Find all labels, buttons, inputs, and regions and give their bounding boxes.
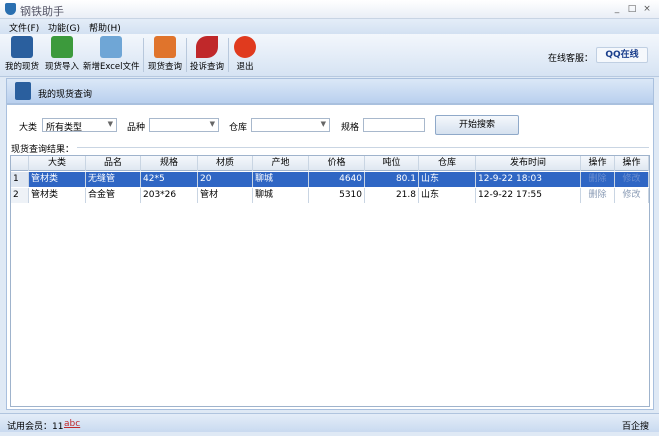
cell-material: 管材 — [198, 188, 253, 203]
delete-link[interactable]: 删除 — [581, 188, 615, 203]
stock-icon — [15, 82, 31, 100]
qq-online-button[interactable]: QQ在线 — [596, 47, 648, 63]
excel-icon — [51, 36, 73, 58]
cell-published: 12-9-22 18:03 — [476, 172, 581, 187]
search-folder-icon — [154, 36, 176, 58]
column-header[interactable]: 品名 — [86, 156, 141, 171]
edit-link[interactable]: 修改 — [615, 172, 649, 187]
variety-label: 品种 — [127, 123, 146, 133]
panel-title: 我的现货查询 — [38, 90, 93, 100]
query-panel: 大类 所有类型 ▼ 品种 ▼ 仓库 ▼ 规格 开始搜索 现货查询结果： 大类 品名规… — [6, 104, 654, 410]
category-select[interactable]: 所有类型 ▼ — [42, 118, 117, 133]
edit-link[interactable]: 修改 — [615, 188, 649, 203]
cell-origin: 聊城 — [253, 188, 309, 203]
panel-header: 我的现货查询 — [6, 78, 654, 104]
cell-name: 合金管 — [86, 188, 141, 203]
online-service-label: 在线客服： — [548, 54, 594, 64]
warehouse-select[interactable]: ▼ — [251, 118, 330, 132]
divider — [67, 147, 649, 148]
cell-material: 20 — [198, 172, 253, 187]
column-header[interactable]: 发布时间 — [476, 156, 581, 171]
start-search-button[interactable]: 开始搜索 — [435, 115, 519, 135]
column-header[interactable]: 仓库 — [419, 156, 476, 171]
table-row[interactable]: 1 管材类 无缝管 42*5 20 聊城 4640 80.1 山东 12-9-22 18:03 删除… — [11, 172, 649, 187]
menu-bar: 文件(F) 功能(G) 帮助(H) — [0, 19, 659, 34]
add-folder-icon — [100, 36, 122, 58]
stock-query-button[interactable]: 现货查询 — [147, 36, 183, 72]
abc-link[interactable]: abc — [64, 419, 80, 429]
results-table: 大类 品名 规格 材质 产地 价格 吨位 仓库 发布时间 操作 操作 1 管材类 无缝管 42*5 20 聊城… — [10, 155, 650, 407]
cell-spec: 203*26 — [141, 188, 198, 203]
cell-spec: 42*5 — [141, 172, 198, 187]
power-icon — [234, 36, 256, 58]
column-header[interactable]: 大类 — [29, 156, 86, 171]
cell-published: 12-9-22 17:55 — [476, 188, 581, 203]
cell-price: 5310 — [309, 188, 365, 203]
window-title: 钢铁助手 — [20, 5, 64, 18]
close-button[interactable]: × — [641, 4, 653, 14]
stock-import-button[interactable]: 现货导入 — [44, 36, 80, 72]
chevron-down-icon: ▼ — [107, 120, 113, 128]
category-label: 大类 — [19, 123, 38, 133]
chevron-down-icon: ▼ — [320, 120, 326, 128]
maximize-button[interactable]: □ — [626, 4, 638, 14]
member-status: 试用会员：11 — [7, 422, 64, 432]
column-header[interactable]: 价格 — [309, 156, 365, 171]
cell-category: 管材类 — [29, 172, 86, 187]
column-header[interactable]: 规格 — [141, 156, 198, 171]
exit-button[interactable]: 退出 — [231, 36, 259, 72]
table-header: 大类 品名 规格 材质 产地 价格 吨位 仓库 发布时间 操作 操作 — [11, 156, 649, 171]
column-header[interactable]: 吨位 — [365, 156, 419, 171]
menu-help[interactable]: 帮助(H) — [89, 21, 121, 34]
complaint-query-button[interactable]: 投诉查询 — [189, 36, 225, 72]
toolbar: 我的现货 现货导入 新增Excel文件 现货查询 投诉查询 退出 在线客服： Q… — [0, 34, 659, 77]
cell-price: 4640 — [309, 172, 365, 187]
column-header[interactable]: 操作 — [615, 156, 649, 171]
cell-warehouse: 山东 — [419, 172, 476, 187]
spec-input[interactable] — [363, 118, 425, 132]
spec-label: 规格 — [341, 123, 360, 133]
results-label: 现货查询结果： — [11, 142, 78, 155]
column-header[interactable]: 产地 — [253, 156, 309, 171]
cell-name: 无缝管 — [86, 172, 141, 187]
row-header-corner — [11, 156, 29, 171]
cell-tonnage: 80.1 — [365, 172, 419, 187]
add-excel-button[interactable]: 新增Excel文件 — [83, 36, 140, 72]
cell-category: 管材类 — [29, 188, 86, 203]
menu-function[interactable]: 功能(G) — [48, 21, 80, 34]
row-number: 1 — [11, 172, 29, 187]
variety-select[interactable]: ▼ — [149, 118, 219, 132]
menu-file[interactable]: 文件(F) — [9, 21, 39, 34]
app-logo-icon — [5, 3, 16, 15]
cell-origin: 聊城 — [253, 172, 309, 187]
column-header[interactable]: 操作 — [581, 156, 615, 171]
column-header[interactable]: 材质 — [198, 156, 253, 171]
chevron-down-icon: ▼ — [209, 120, 215, 128]
my-stock-button[interactable]: 我的现货 — [4, 36, 40, 72]
title-bar: 钢铁助手 _ □ × — [0, 0, 659, 19]
phone-icon — [196, 36, 218, 58]
stock-icon — [11, 36, 33, 58]
warehouse-label: 仓库 — [229, 123, 248, 133]
status-bar: 试用会员：11 abc 百企搜 — [0, 413, 659, 432]
table-row[interactable]: 2 管材类 合金管 203*26 管材 聊城 5310 21.8 山东 12-9-22 17:55… — [11, 188, 649, 203]
cell-warehouse: 山东 — [419, 188, 476, 203]
delete-link[interactable]: 删除 — [581, 172, 615, 187]
row-number: 2 — [11, 188, 29, 203]
status-right-label: 百企搜 — [622, 422, 650, 432]
minimize-button[interactable]: _ — [611, 4, 623, 14]
cell-tonnage: 21.8 — [365, 188, 419, 203]
